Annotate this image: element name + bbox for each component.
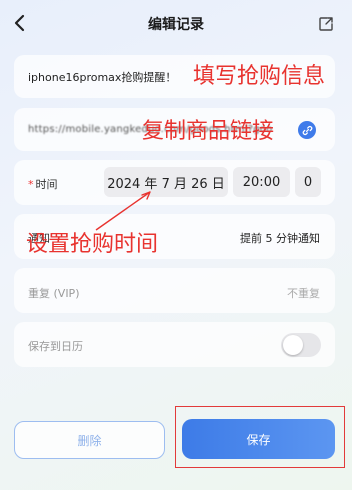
time-label: * 时间 xyxy=(28,176,58,192)
save-highlight-box xyxy=(175,406,345,468)
annotation-fill-info: 填写抢购信息 xyxy=(193,64,326,89)
share-icon xyxy=(319,17,333,31)
notify-value[interactable]: 提前 5 分钟通知 xyxy=(200,230,320,246)
repeat-label: 重复 (VIP) xyxy=(28,287,80,300)
product-name-value: iphone16promax抢购提醒！ xyxy=(28,70,177,84)
annotation-copy-link: 复制商品链接 xyxy=(142,119,275,144)
calendar-label: 保存到日历 xyxy=(28,340,83,353)
hour-picker[interactable]: 20:00 xyxy=(233,167,290,197)
share-button[interactable] xyxy=(314,12,338,36)
required-mark: * xyxy=(28,178,34,191)
toggle-knob xyxy=(283,335,303,355)
calendar-toggle[interactable] xyxy=(281,333,321,357)
annotation-arrow-icon xyxy=(95,191,151,231)
paste-link-button[interactable] xyxy=(298,121,316,139)
repeat-value[interactable]: 不重复 xyxy=(220,285,320,301)
time-label-text: 时间 xyxy=(35,178,58,191)
minute-picker[interactable]: 0 xyxy=(295,167,321,197)
delete-button[interactable]: 删除 xyxy=(14,421,165,459)
page-title: 编辑记录 xyxy=(148,17,204,33)
link-icon xyxy=(302,125,312,135)
